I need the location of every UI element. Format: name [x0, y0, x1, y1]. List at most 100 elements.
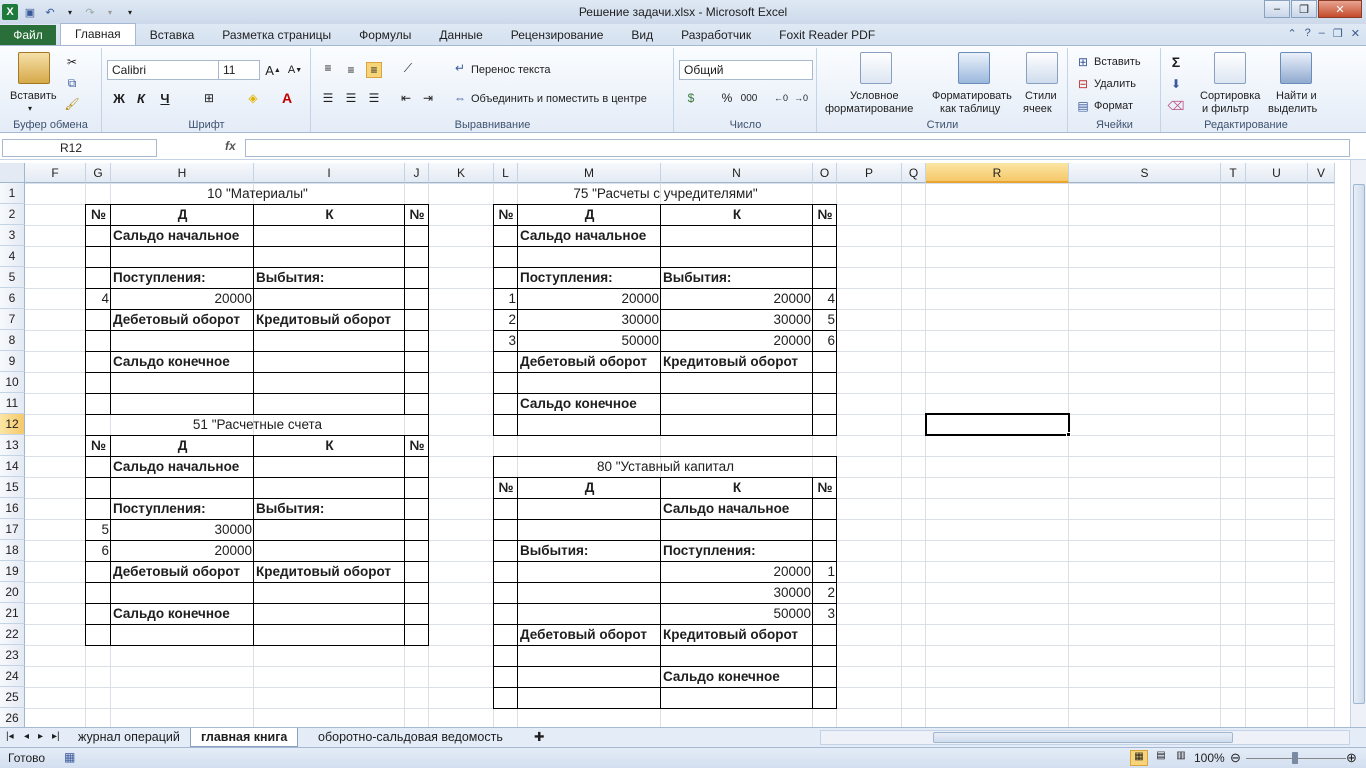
- acc75-debit-header[interactable]: Д: [518, 204, 661, 225]
- column-header-P[interactable]: P: [837, 163, 902, 183]
- sort-filter-icon[interactable]: [1214, 52, 1246, 84]
- comma-style-button[interactable]: 000: [741, 90, 758, 106]
- acc80-no-right[interactable]: №: [813, 477, 837, 498]
- column-header-N[interactable]: N: [661, 163, 813, 183]
- acc75-receipts[interactable]: Поступления:: [518, 267, 661, 288]
- acc75-no-left[interactable]: №: [494, 204, 518, 225]
- column-header-V[interactable]: V: [1308, 163, 1335, 183]
- row-header-2[interactable]: 2: [0, 204, 25, 225]
- acc10-credit-turnover[interactable]: Кредитовый оборот: [254, 309, 405, 330]
- worksheet-grid[interactable]: F G H I J K L M N O P Q R S T U V 1 2 3 4 5 6 7 8 9 10 11 12 13 14 15 16…: [0, 163, 1350, 727]
- wrap-text-button[interactable]: Перенос текста: [471, 64, 551, 76]
- column-header-T[interactable]: T: [1221, 163, 1246, 183]
- conditional-formatting-icon[interactable]: [860, 52, 892, 84]
- acc75-entry-credit[interactable]: 20000: [661, 288, 813, 309]
- acc75-entry-debit[interactable]: 50000: [518, 330, 661, 351]
- column-header-I[interactable]: I: [254, 163, 405, 183]
- conditional-formatting-line2[interactable]: форматирование: [825, 103, 913, 115]
- wrap-text-icon[interactable]: ↵: [452, 60, 468, 76]
- underline-button[interactable]: Ч: [157, 90, 173, 106]
- acc51-receipts[interactable]: Поступления:: [111, 498, 254, 519]
- acc80-entry-no-right[interactable]: 2: [813, 582, 837, 603]
- row-header-21[interactable]: 21: [0, 603, 25, 624]
- row-header-24[interactable]: 24: [0, 666, 25, 687]
- row-header-13[interactable]: 13: [0, 435, 25, 456]
- grow-font-icon[interactable]: A ▲: [265, 62, 281, 78]
- acc51-credit-header[interactable]: К: [254, 435, 405, 456]
- sheet-nav-prev-icon[interactable]: ◂: [20, 728, 33, 747]
- tab-insert[interactable]: Вставка: [136, 25, 209, 45]
- acc10-no-left[interactable]: №: [86, 204, 111, 225]
- acc51-row17-no[interactable]: 5: [86, 519, 111, 540]
- align-right-icon[interactable]: ☰: [366, 90, 382, 106]
- increase-indent-icon[interactable]: ⇥: [420, 90, 436, 106]
- acc51-debit-header[interactable]: Д: [111, 435, 254, 456]
- normal-view-icon[interactable]: ▦: [1130, 750, 1148, 766]
- tab-foxit[interactable]: Foxit Reader PDF: [765, 25, 889, 45]
- format-cells-button[interactable]: Формат: [1094, 100, 1133, 112]
- acc10-debit-header[interactable]: Д: [111, 204, 254, 225]
- fill-color-icon[interactable]: ◈: [245, 90, 261, 106]
- find-select-line1[interactable]: Найти и: [1276, 90, 1317, 102]
- row-header-22[interactable]: 22: [0, 624, 25, 645]
- row-header-12[interactable]: 12: [0, 414, 25, 435]
- row-header-3[interactable]: 3: [0, 225, 25, 246]
- acc80-entry-no-right[interactable]: 3: [813, 603, 837, 624]
- acc75-entry-credit[interactable]: 30000: [661, 309, 813, 330]
- tab-home[interactable]: Главная: [60, 23, 136, 45]
- doc-restore-icon[interactable]: ❐: [1333, 27, 1343, 40]
- acc75-credit-turnover[interactable]: Кредитовый оборот: [661, 351, 813, 372]
- column-header-Q[interactable]: Q: [902, 163, 926, 183]
- new-sheet-icon[interactable]: ✚: [524, 728, 554, 747]
- acc51-row18-debit[interactable]: 20000: [111, 540, 254, 561]
- column-header-H[interactable]: H: [111, 163, 254, 183]
- acc51-opening-balance[interactable]: Сальдо начальное: [111, 456, 254, 477]
- acc80-opening-balance[interactable]: Сальдо начальное: [661, 498, 813, 519]
- row-header-19[interactable]: 19: [0, 561, 25, 582]
- acc51-debit-turnover[interactable]: Дебетовый оборот: [111, 561, 254, 582]
- fill-icon[interactable]: ⬇: [1168, 76, 1184, 92]
- row-header-1[interactable]: 1: [0, 183, 25, 204]
- acc10-credit-header[interactable]: К: [254, 204, 405, 225]
- acc80-debit-header[interactable]: Д: [518, 477, 661, 498]
- account-75-title[interactable]: 75 "Расчеты с учредителями": [494, 183, 837, 204]
- format-as-table-icon[interactable]: [958, 52, 990, 84]
- merge-center-button[interactable]: Объединить и поместить в центре: [471, 93, 647, 105]
- font-size-select[interactable]: 11: [218, 60, 260, 80]
- acc75-no-right[interactable]: №: [813, 204, 837, 225]
- row-header-25[interactable]: 25: [0, 687, 25, 708]
- acc51-row18-no[interactable]: 6: [86, 540, 111, 561]
- page-break-view-icon[interactable]: ▥: [1172, 750, 1190, 766]
- tab-file[interactable]: Файл: [0, 25, 56, 45]
- bold-button[interactable]: Ж: [111, 90, 127, 106]
- doc-minimize-icon[interactable]: –: [1319, 27, 1325, 40]
- cell-styles-icon[interactable]: [1026, 52, 1058, 84]
- tab-formulas[interactable]: Формулы: [345, 25, 425, 45]
- row-header-20[interactable]: 20: [0, 582, 25, 603]
- row-header-4[interactable]: 4: [0, 246, 25, 267]
- acc10-disposals[interactable]: Выбытия:: [254, 267, 405, 288]
- acc75-entry-no-left[interactable]: 1: [494, 288, 518, 309]
- acc80-entry-credit[interactable]: 30000: [661, 582, 813, 603]
- percent-style-button[interactable]: %: [719, 90, 735, 106]
- cell-styles-line2[interactable]: ячеек: [1023, 103, 1052, 115]
- sheet-tab-balance[interactable]: оборотно-сальдовая ведомость: [308, 728, 513, 747]
- decrease-indent-icon[interactable]: ⇤: [398, 90, 414, 106]
- acc51-disposals[interactable]: Выбытия:: [254, 498, 405, 519]
- maximize-icon[interactable]: ❐: [1291, 0, 1317, 18]
- orientation-icon[interactable]: ⟋: [400, 60, 416, 76]
- row-header-9[interactable]: 9: [0, 351, 25, 372]
- column-header-R[interactable]: R: [926, 163, 1069, 183]
- account-10-title[interactable]: 10 "Материалы": [86, 183, 429, 204]
- account-80-title[interactable]: 80 "Уставный капитал: [494, 456, 837, 477]
- column-header-O[interactable]: O: [813, 163, 837, 183]
- undo-dropdown-icon[interactable]: ▾: [62, 4, 78, 20]
- align-center-icon[interactable]: ☰: [343, 90, 359, 106]
- sort-filter-line2[interactable]: и фильтр: [1202, 103, 1249, 115]
- fill-handle[interactable]: [1066, 432, 1071, 437]
- row-header-23[interactable]: 23: [0, 645, 25, 666]
- acc10-closing-balance[interactable]: Сальдо конечное: [111, 351, 254, 372]
- horizontal-scroll-thumb[interactable]: [933, 732, 1233, 743]
- sheet-nav-last-icon[interactable]: ▸|: [48, 728, 64, 747]
- insert-function-button[interactable]: fx: [225, 139, 236, 153]
